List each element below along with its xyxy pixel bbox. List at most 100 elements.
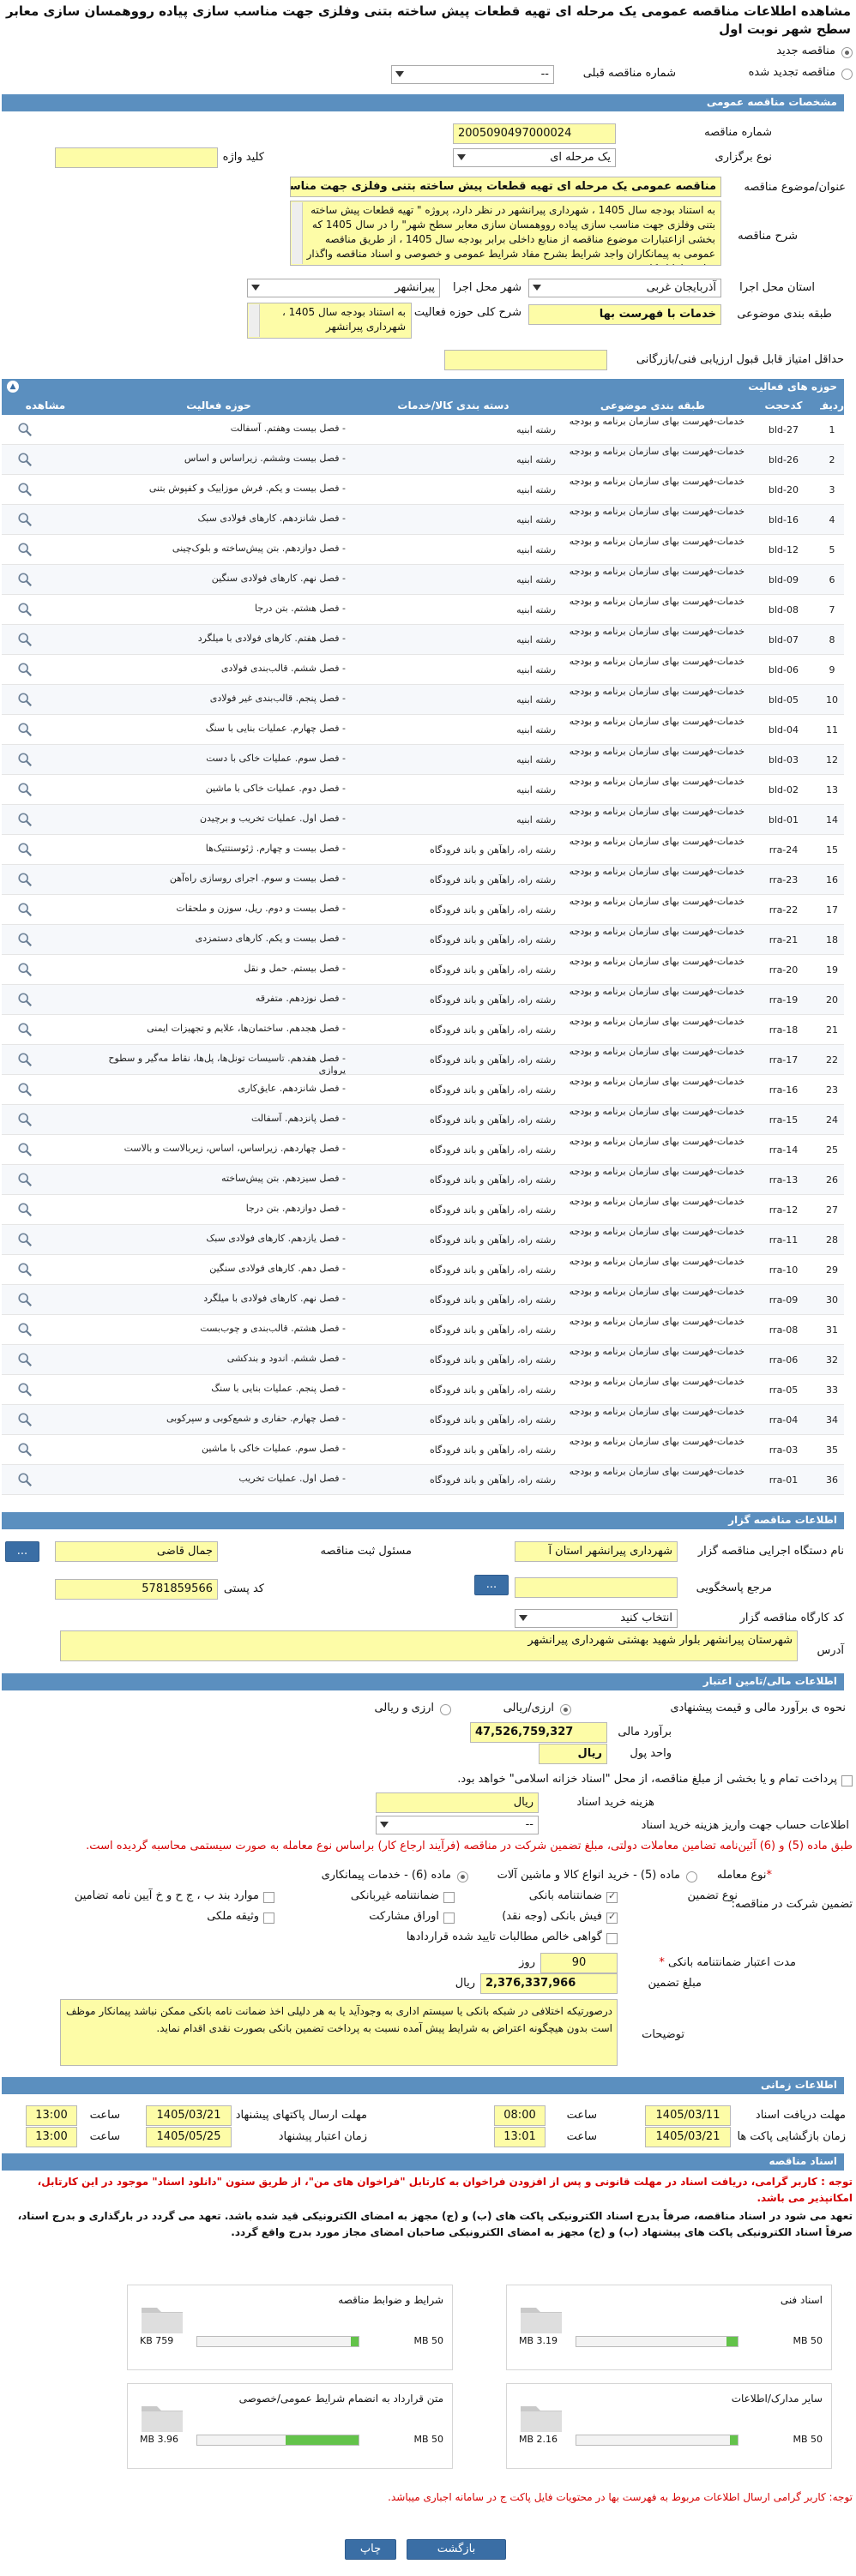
view-details-icon[interactable] [17, 962, 33, 977]
document-max-size: 50 MB [413, 2434, 443, 2445]
row-group: رشته راه، راهآهن و باند فرودگاه [429, 1234, 556, 1246]
row-group: رشته راه، راهآهن و باند فرودگاه [429, 1294, 556, 1306]
estimate-rial-radio[interactable] [560, 1704, 571, 1715]
keyword-input[interactable] [55, 147, 218, 168]
row-area: - فصل بیست و دوم. ریل، سوزن و ملحقات [176, 903, 346, 914]
folder-icon[interactable] [140, 2399, 184, 2434]
view-details-icon[interactable] [17, 842, 33, 857]
view-details-icon[interactable] [17, 1082, 33, 1097]
row-category: خدمات-فهرست بهای سازمان برنامه و بودجه [569, 866, 744, 877]
view-details-icon[interactable] [17, 1382, 33, 1397]
min-score-input[interactable] [444, 350, 607, 370]
row-group: رشته راه، راهآهن و باند فرودگاه [429, 844, 556, 856]
folder-icon[interactable] [519, 2301, 564, 2335]
row-group: رشته راه، راهآهن و باند فرودگاه [429, 1444, 556, 1456]
renewed-tender-radio[interactable] [841, 69, 853, 80]
back-button[interactable]: بازگشت [407, 2539, 506, 2560]
folder-icon[interactable] [519, 2399, 564, 2434]
view-details-icon[interactable] [17, 1172, 33, 1187]
collapse-icon[interactable]: ▲ [7, 381, 19, 393]
amount-label: مبلغ تضمین [648, 1977, 702, 1990]
view-details-icon[interactable] [17, 1292, 33, 1307]
view-details-icon[interactable] [17, 1412, 33, 1427]
scope-textarea[interactable]: به استناد بودجه سال 1405 ، شهرداری پیران… [247, 303, 412, 339]
view-details-icon[interactable] [17, 1232, 33, 1247]
view-details-icon[interactable] [17, 452, 33, 467]
view-details-icon[interactable] [17, 422, 33, 437]
row-category: خدمات-فهرست بهای سازمان برنامه و بودجه [569, 1316, 744, 1327]
row-category: خدمات-فهرست بهای سازمان برنامه و بودجه [569, 1166, 744, 1177]
desc-label: شرح مناقصه [738, 230, 798, 243]
desc-textarea[interactable]: به استناد بودجه سال 1405 ، شهرداری پیران… [290, 201, 721, 266]
row-area: - فصل نوزدهم. متفرقه [255, 993, 346, 1004]
view-details-icon[interactable] [17, 602, 33, 617]
view-details-icon[interactable] [17, 662, 33, 677]
row-category: خدمات-فهرست بهای سازمان برنامه و بودجه [569, 446, 744, 457]
row-number: 7 [829, 604, 835, 615]
view-details-icon[interactable] [17, 692, 33, 707]
view-details-icon[interactable] [17, 932, 33, 947]
g-bonds-checkbox[interactable] [443, 1912, 455, 1924]
view-details-icon[interactable] [17, 1262, 33, 1277]
row-group: رشته ابنیه [516, 814, 556, 826]
view-details-icon[interactable] [17, 752, 33, 767]
view-details-icon[interactable] [17, 1052, 33, 1067]
g-claims-checkbox[interactable] [606, 1933, 618, 1944]
row-area: - فصل اول. عملیات تخریب [238, 1473, 346, 1484]
view-details-icon[interactable] [17, 482, 33, 497]
folder-icon[interactable] [140, 2301, 184, 2335]
row-code: rra-17 [769, 1054, 799, 1066]
registrar-more-button[interactable]: ... [5, 1541, 39, 1562]
view-details-icon[interactable] [17, 992, 33, 1007]
g-nonbank-checkbox[interactable] [443, 1892, 455, 1903]
city-select[interactable]: پیرانشهر [247, 279, 440, 297]
g-cash-checkbox[interactable] [606, 1911, 618, 1924]
row-number: 17 [826, 904, 838, 916]
g-bank-checkbox[interactable] [606, 1890, 618, 1903]
view-details-icon[interactable] [17, 542, 33, 557]
treasury-checkbox[interactable] [841, 1775, 853, 1786]
view-details-icon[interactable] [17, 872, 33, 887]
view-details-icon[interactable] [17, 812, 33, 827]
view-details-icon[interactable] [17, 782, 33, 797]
org-label: نام دستگاه اجرایی مناقصه گزار [697, 1545, 844, 1558]
view-details-icon[interactable] [17, 1322, 33, 1337]
scrollbar[interactable] [292, 202, 303, 264]
deal-type-6-radio[interactable] [457, 1871, 468, 1882]
row-area: - فصل شانزدهم. عایق‌کاری [238, 1083, 346, 1094]
view-details-icon[interactable] [17, 1202, 33, 1217]
g-property-checkbox[interactable] [263, 1912, 274, 1924]
view-details-icon[interactable] [17, 902, 33, 917]
g-other-checkbox[interactable] [263, 1892, 274, 1903]
scrollbar[interactable] [249, 304, 260, 337]
view-details-icon[interactable] [17, 1142, 33, 1157]
row-group: رشته راه، راهآهن و باند فرودگاه [429, 1084, 556, 1096]
view-details-icon[interactable] [17, 1022, 33, 1037]
estimate-value: 47,526,759,327 [470, 1722, 607, 1743]
estimate-fx-radio[interactable] [440, 1704, 451, 1715]
prev-number-select[interactable]: -- [391, 65, 554, 84]
workshop-select[interactable]: انتخاب کنید [515, 1609, 678, 1628]
view-details-icon[interactable] [17, 1112, 33, 1127]
new-tender-radio[interactable] [841, 47, 853, 58]
g-nonbank-label: ضمانتنامه غیربانکی [350, 1889, 439, 1902]
view-details-icon[interactable] [17, 1352, 33, 1367]
send-time: 13:00 [26, 2105, 77, 2126]
document-size: 2.16 MB [519, 2434, 558, 2445]
open-time: 13:01 [494, 2127, 546, 2147]
view-details-icon[interactable] [17, 722, 33, 737]
view-details-icon[interactable] [17, 1472, 33, 1487]
province-select[interactable]: آذربایجان غربی [528, 279, 721, 297]
view-details-icon[interactable] [17, 1442, 33, 1457]
print-button[interactable]: چاپ [345, 2539, 396, 2560]
view-details-icon[interactable] [17, 632, 33, 647]
ref-more-button[interactable]: ... [474, 1575, 509, 1595]
view-details-icon[interactable] [17, 572, 33, 587]
new-tender-label: مناقصه جدید [776, 45, 835, 57]
type-select[interactable]: یک مرحله ای [453, 148, 616, 167]
row-group: رشته ابنیه [516, 784, 556, 796]
row-code: rra-09 [769, 1294, 799, 1306]
deal-type-5-radio[interactable] [686, 1871, 697, 1882]
view-details-icon[interactable] [17, 512, 33, 527]
account-select[interactable]: -- [376, 1816, 539, 1834]
